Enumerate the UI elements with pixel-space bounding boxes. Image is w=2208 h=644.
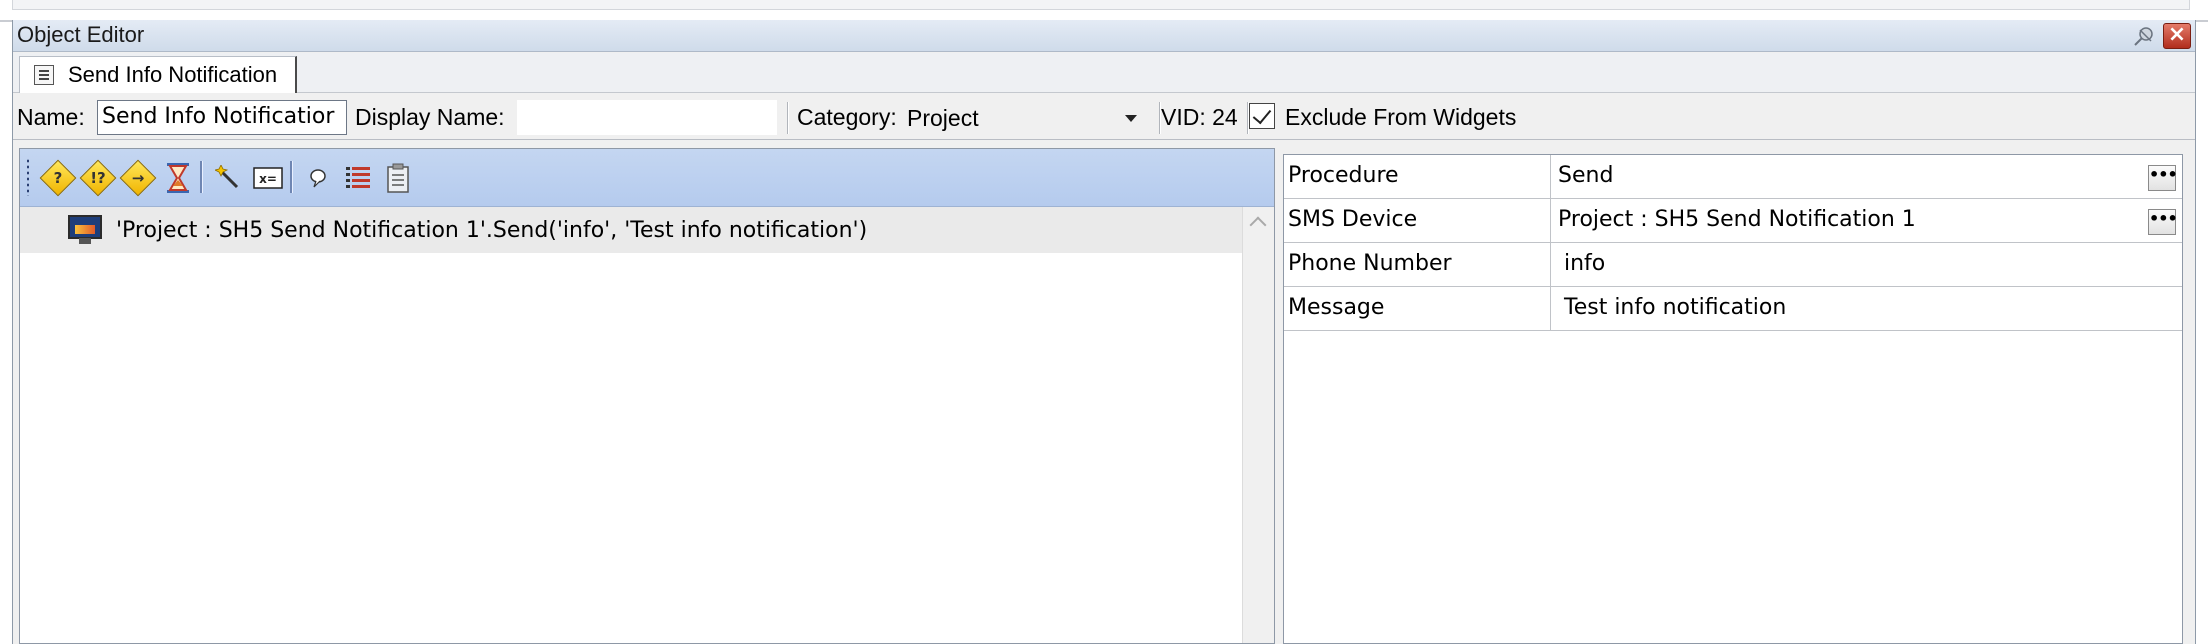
properties-bar: Name: Send Info Notificatior Display Nam… [13,94,2195,140]
monitor-icon [68,215,102,245]
property-value[interactable]: Test info notification [1564,295,1786,320]
divider [1159,102,1160,134]
wizard-wand-icon[interactable] [208,159,248,197]
scroll-up-icon[interactable] [1249,216,1267,234]
document-icon [34,65,54,85]
list-item[interactable]: 'Project : SH5 Send Notification 1'.Send… [20,207,1242,253]
property-grid: Procedure Send ••• SMS Device Project : … [1283,154,2183,644]
action-text: 'Project : SH5 Send Notification 1'.Send… [116,217,868,243]
property-row-phone-number[interactable]: Phone Number info [1284,243,2182,287]
divider [1247,102,1248,134]
vid-label: VID: 24 [1161,104,1238,130]
property-row-procedure[interactable]: Procedure Send ••• [1284,155,2182,199]
property-value[interactable]: Project : SH5 Send Notification 1 [1558,207,1916,232]
toolbar-grip[interactable] [26,158,30,196]
goto-icon[interactable]: → [118,159,158,197]
svg-text:x=: x= [259,172,277,186]
window-title: Object Editor [17,22,145,47]
divider [1550,155,1551,199]
property-name: SMS Device [1288,207,1418,232]
category-label: Category: [797,104,897,130]
actions-pane: ? !? → x= 'Project: SH5 Send Notificati… [19,148,1275,644]
if-condition-icon[interactable]: ? [38,159,78,197]
property-value[interactable]: info [1564,251,1605,276]
clipboard-icon[interactable] [378,159,418,197]
close-icon[interactable]: × [2163,23,2191,49]
property-name: Message [1288,295,1385,320]
name-input[interactable]: Send Info Notificatior [97,100,347,135]
property-name: Phone Number [1288,251,1452,276]
property-name: Procedure [1288,163,1399,188]
object-editor-window: Object Editor × Send Info Notification N… [12,20,2196,644]
divider [1550,243,1551,287]
ellipsis-button[interactable]: ••• [2148,165,2178,191]
vertical-scrollbar[interactable] [1242,207,1274,643]
display-name-input[interactable] [517,100,777,135]
tab-label: Send Info Notification [68,62,278,87]
category-select[interactable]: Project [899,100,1149,136]
outer-panel-ledge [12,0,2190,10]
actions-toolbar: ? !? → x= [20,149,1274,207]
ellipsis-button[interactable]: ••• [2148,209,2178,235]
name-label: Name: [17,104,85,130]
else-if-condition-icon[interactable]: !? [78,159,118,197]
display-name-label: Display Name: [355,104,505,130]
chevron-down-icon[interactable] [1125,115,1137,122]
divider [1550,287,1551,331]
property-row-message[interactable]: Message Test info notification [1284,287,2182,331]
list-icon[interactable] [338,159,378,197]
divider [1550,199,1551,243]
set-variable-icon[interactable]: x= [248,159,288,197]
divider [787,102,788,134]
exclude-from-widgets-label: Exclude From Widgets [1285,104,1517,130]
delay-hourglass-icon[interactable] [158,159,198,197]
comment-icon[interactable] [298,159,338,197]
tab-strip: Send Info Notification [13,53,2195,93]
window-titlebar: Object Editor × [13,20,2195,52]
toolbar-separator [290,161,292,193]
outer-panel-edge [0,0,2208,22]
property-value[interactable]: Send [1558,163,1613,188]
tab-send-info-notification[interactable]: Send Info Notification [19,56,298,93]
exclude-from-widgets-checkbox[interactable] [1249,103,1275,129]
toolbar-separator [200,161,202,193]
category-value: Project [907,104,979,131]
property-row-sms-device[interactable]: SMS Device Project : SH5 Send Notificati… [1284,199,2182,243]
pin-icon[interactable] [2131,24,2157,48]
